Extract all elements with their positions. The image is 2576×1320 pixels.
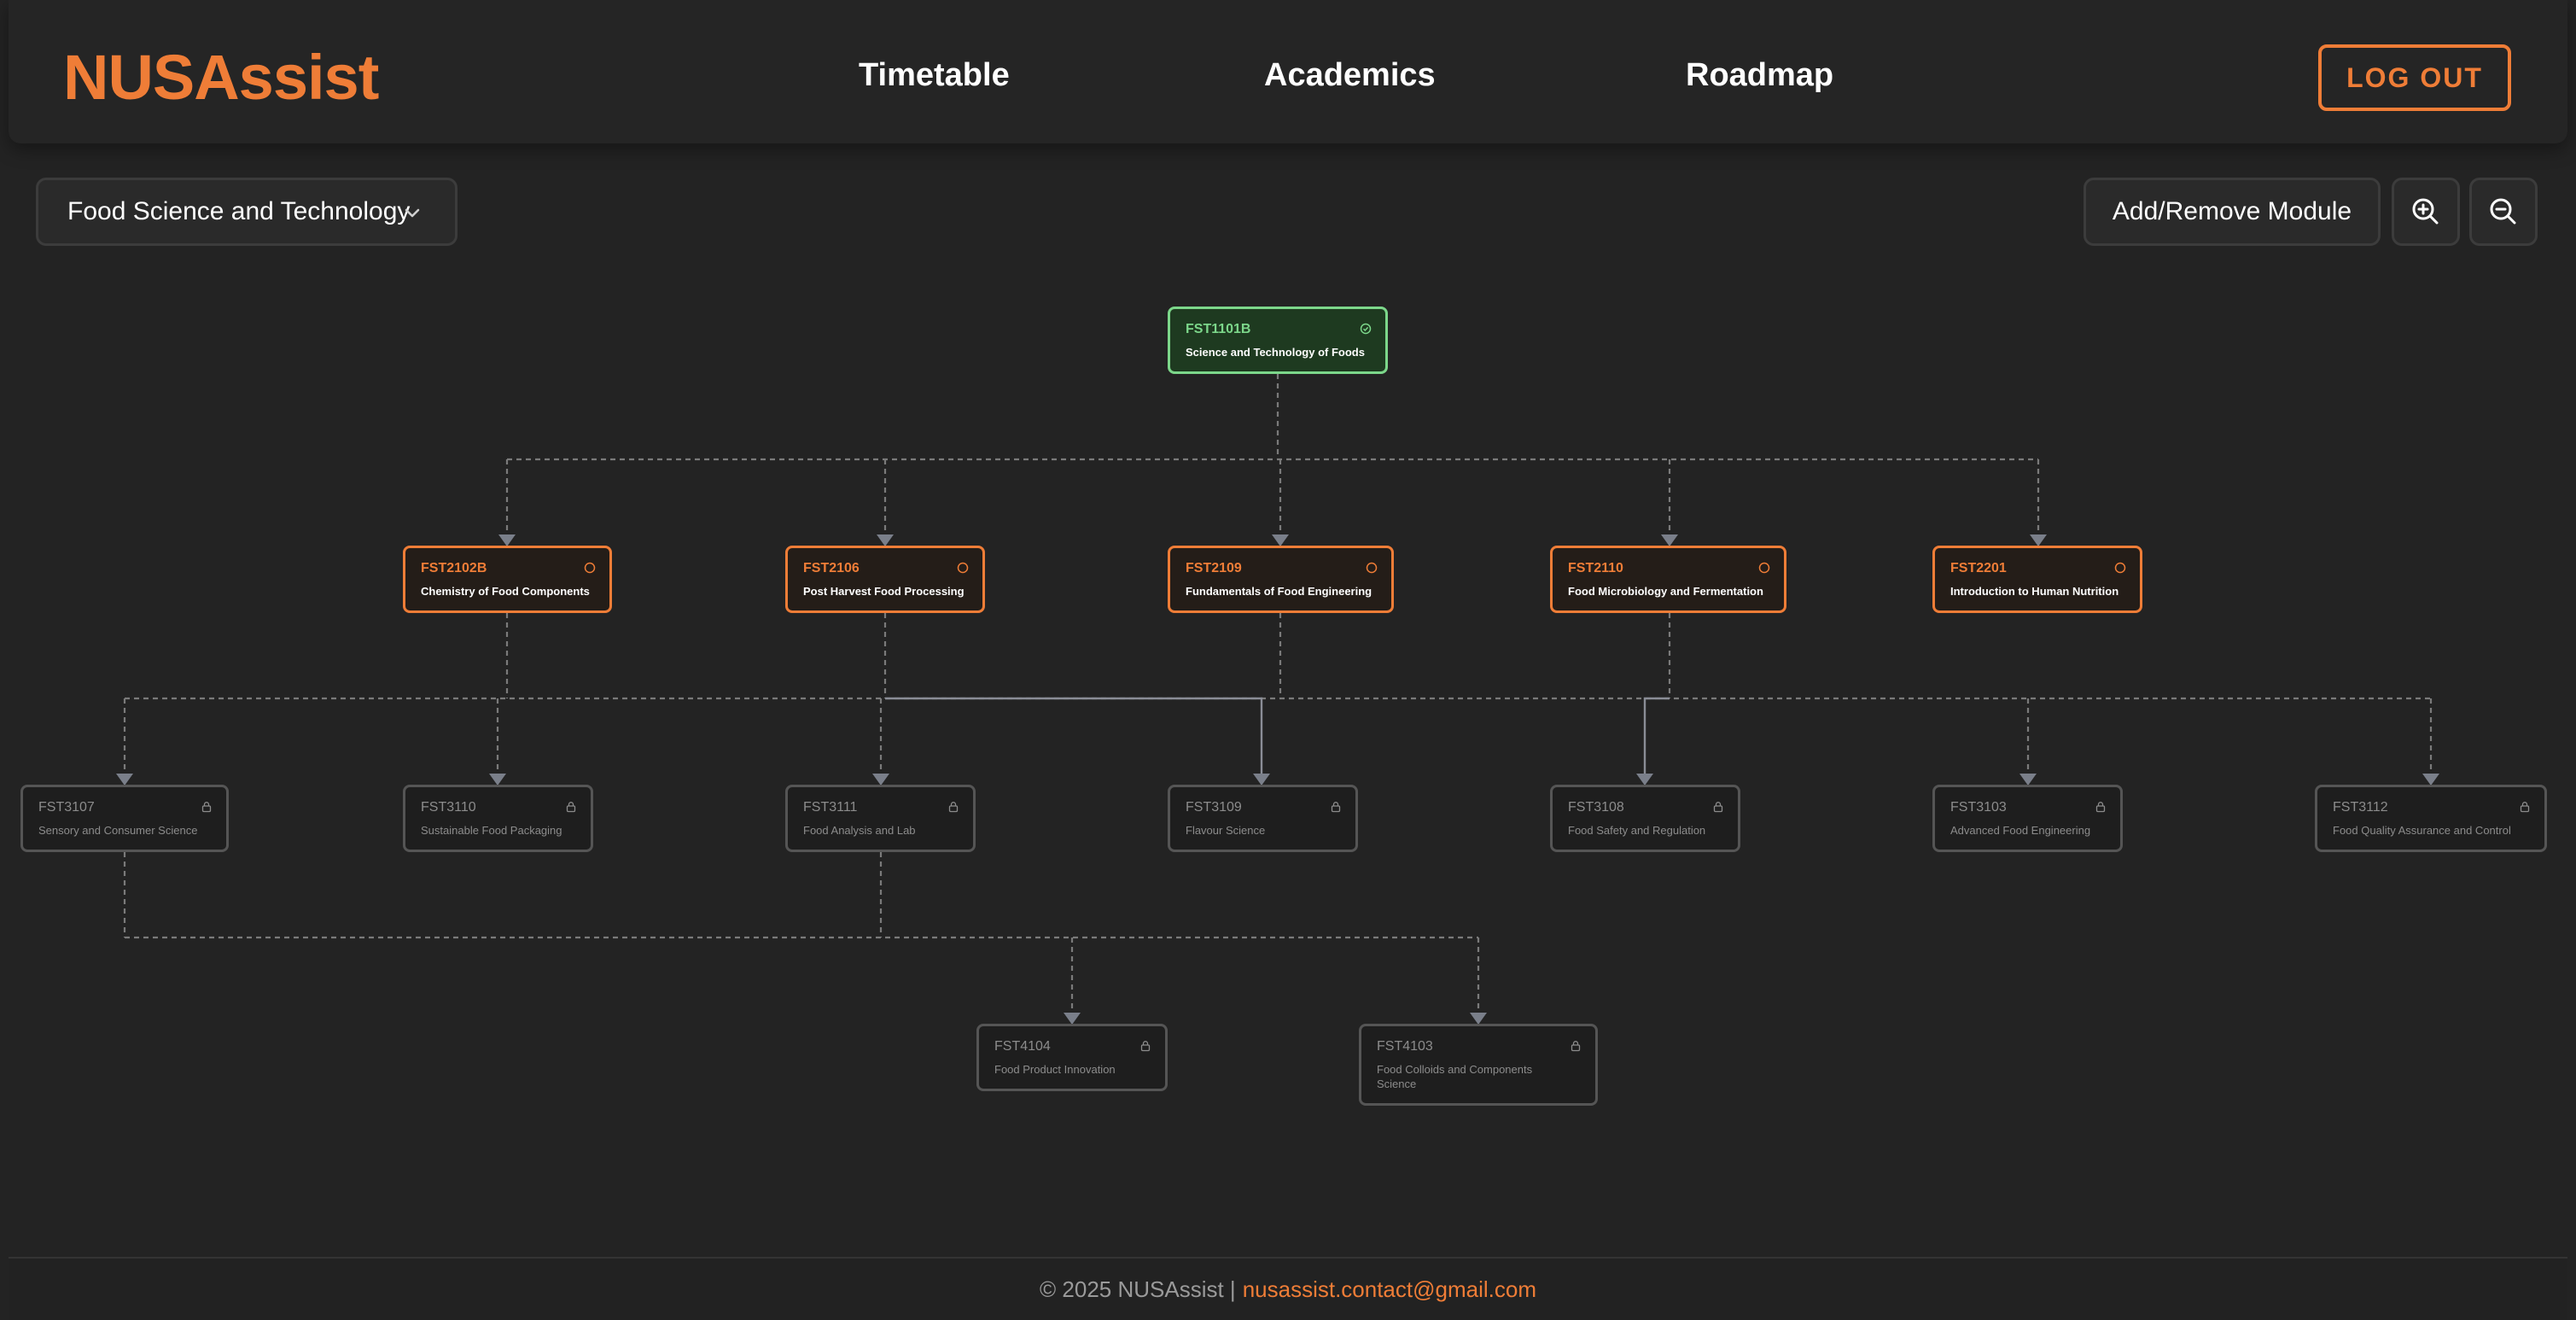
module-code: FST2102B (421, 561, 487, 575)
module-code: FST1101B (1186, 322, 1251, 336)
lock-icon (201, 802, 212, 813)
chevron-down-icon (405, 208, 420, 218)
module-node-fst2106[interactable]: FST2106 Post Harvest Food Processing (785, 546, 985, 613)
module-node-fst3107[interactable]: FST3107 Sensory and Consumer Science (20, 785, 229, 852)
logout-button[interactable]: LOG OUT (2318, 44, 2511, 111)
module-code: FST3108 (1568, 800, 1624, 815)
module-name: Sensory and Consumer Science (38, 824, 198, 837)
nav-academics[interactable]: Academics (1264, 55, 1436, 96)
major-select-value: Food Science and Technology (67, 197, 411, 225)
lock-icon (1331, 802, 1341, 813)
module-node-fst3109[interactable]: FST3109 Flavour Science (1168, 785, 1358, 852)
nav-roadmap[interactable]: Roadmap (1686, 55, 1833, 96)
add-remove-module-button[interactable]: Add/Remove Module (2084, 178, 2381, 246)
lock-icon (1140, 1041, 1151, 1052)
app-logo[interactable]: NUSAssist (63, 39, 379, 116)
module-node-fst2110[interactable]: FST2110 Food Microbiology and Fermentati… (1550, 546, 1786, 613)
footer: © 2025 NUSAssist | nusassist.contact@gma… (9, 1257, 2567, 1320)
module-code: FST2110 (1568, 561, 1623, 575)
module-node-fst3103[interactable]: FST3103 Advanced Food Engineering (1932, 785, 2123, 852)
module-code: FST2201 (1950, 561, 2007, 575)
module-name: Food Quality Assurance and Control (2333, 824, 2511, 837)
module-code: FST3107 (38, 800, 95, 815)
footer-email-link[interactable]: nusassist.contact@gmail.com (1243, 1276, 1536, 1303)
module-code: FST4104 (994, 1039, 1051, 1054)
module-code: FST3109 (1186, 800, 1242, 815)
lock-icon (1713, 802, 1723, 813)
module-name: Flavour Science (1186, 824, 1266, 837)
module-name: Sustainable Food Packaging (421, 824, 562, 837)
circle-icon (584, 562, 596, 574)
module-name: Food Analysis and Lab (803, 824, 916, 837)
module-name: Chemistry of Food Components (421, 585, 590, 598)
module-name: Fundamentals of Food Engineering (1186, 585, 1373, 598)
nav-timetable[interactable]: Timetable (859, 55, 1010, 96)
zoom-out-icon (2490, 198, 2516, 225)
lock-icon (948, 802, 959, 813)
module-node-fst3111[interactable]: FST3111 Food Analysis and Lab (785, 785, 976, 852)
module-name: Science and Technology of Foods (1186, 346, 1365, 359)
module-code: FST3110 (421, 800, 476, 815)
module-code: FST4103 (1377, 1039, 1433, 1054)
module-node-fst3110[interactable]: FST3110 Sustainable Food Packaging (403, 785, 593, 852)
footer-copyright: © 2025 NUSAssist | (1040, 1276, 1236, 1302)
major-select[interactable]: Food Science and Technology (36, 178, 458, 246)
module-name: Food Product Innovation (994, 1063, 1116, 1076)
lock-icon (566, 802, 576, 813)
module-name: Food Microbiology and Fermentation (1568, 585, 1763, 598)
module-code: FST3112 (2333, 800, 2388, 815)
module-code: FST3103 (1950, 800, 2007, 815)
zoom-out-button[interactable] (2469, 178, 2538, 246)
module-name: Introduction to Human Nutrition (1950, 585, 2119, 598)
module-node-fst4104[interactable]: FST4104 Food Product Innovation (976, 1024, 1168, 1091)
circle-icon (1758, 562, 1770, 574)
circle-icon (1366, 562, 1378, 574)
module-name: Post Harvest Food Processing (803, 585, 965, 598)
module-node-fst3112[interactable]: FST3112 Food Quality Assurance and Contr… (2315, 785, 2547, 852)
module-code: FST2109 (1186, 561, 1242, 575)
module-name: Food Colloids and Components Science (1377, 1063, 1533, 1090)
circle-icon (957, 562, 969, 574)
module-name: Advanced Food Engineering (1950, 824, 2091, 837)
module-node-fst2102b[interactable]: FST2102B Chemistry of Food Components (403, 546, 612, 613)
module-code: FST2106 (803, 561, 860, 575)
lock-icon (2520, 802, 2530, 813)
lock-icon (2095, 802, 2106, 813)
lock-icon (1571, 1041, 1581, 1052)
module-node-fst4103[interactable]: FST4103 Food Colloids and Components Sci… (1359, 1024, 1598, 1106)
module-node-fst2201[interactable]: FST2201 Introduction to Human Nutrition (1932, 546, 2142, 613)
zoom-in-button[interactable] (2392, 178, 2460, 246)
module-node-fst2109[interactable]: FST2109 Fundamentals of Food Engineering (1168, 546, 1394, 613)
module-name: Food Safety and Regulation (1568, 824, 1706, 837)
module-node-fst1101b[interactable]: FST1101B Science and Technology of Foods (1168, 307, 1388, 374)
check-circle-icon (1360, 323, 1372, 335)
top-nav-bar: NUSAssist Timetable Academics Roadmap LO… (9, 0, 2567, 143)
circle-icon (2114, 562, 2126, 574)
zoom-in-icon (2412, 198, 2439, 225)
module-code: FST3111 (803, 800, 858, 815)
module-node-fst3108[interactable]: FST3108 Food Safety and Regulation (1550, 785, 1740, 852)
